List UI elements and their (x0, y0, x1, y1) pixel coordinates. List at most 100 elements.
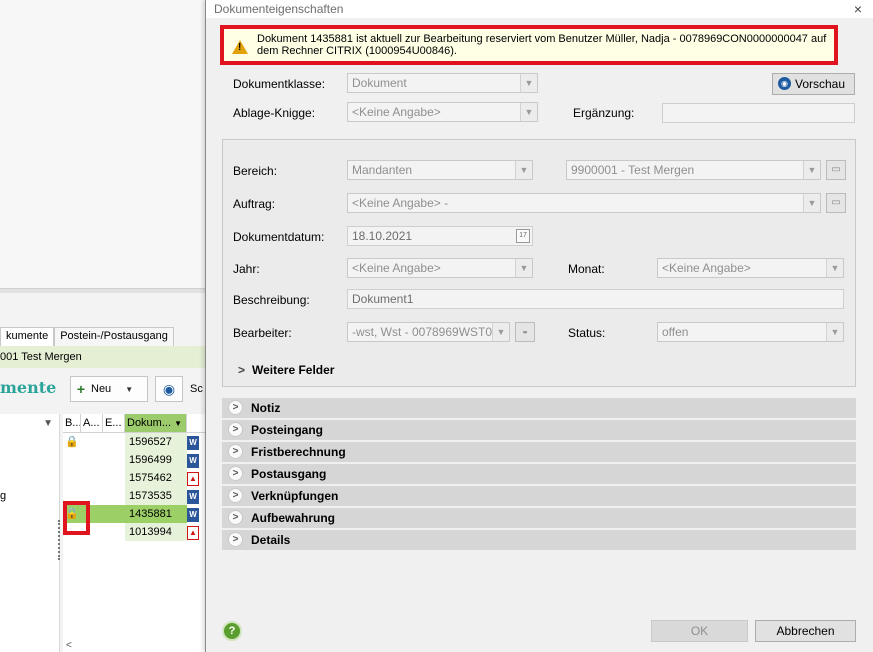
label-bearbeiter: Bearbeiter: (233, 326, 292, 340)
document-number: 1573535 (125, 487, 187, 505)
chevron-down-icon: ▼ (520, 103, 537, 121)
pdf-file-icon: ▲ (187, 526, 199, 540)
auftrag-select[interactable]: <Keine Angabe> - ▼ (347, 193, 821, 213)
column-header-dokument[interactable]: Dokum... ▼ (125, 414, 187, 432)
ergaenzung-field[interactable] (662, 103, 855, 123)
chevron-down-icon: ▼ (125, 384, 134, 394)
mandant-select[interactable]: 9900001 - Test Mergen ▼ (566, 160, 821, 180)
dokumentdatum-field[interactable]: 18.10.2021 17 (347, 226, 533, 246)
bereich-select[interactable]: Mandanten ▼ (347, 160, 533, 180)
column-header-a[interactable]: A... (81, 414, 103, 432)
tree-item[interactable]: g (0, 490, 6, 502)
chevron-down-icon: ▼ (515, 161, 532, 179)
chevron-down-icon: ▼ (826, 259, 843, 277)
new-button-label: Neu (91, 383, 112, 395)
chevron-down-icon: ▼ (803, 161, 820, 179)
document-number: 1596527 (125, 433, 187, 451)
section-verknuepfungen[interactable]: > Verknüpfungen (222, 486, 856, 506)
chevron-right-icon: > (228, 422, 243, 437)
ok-button[interactable]: OK (651, 620, 748, 642)
word-file-icon: W (187, 454, 199, 468)
auftrag-details-button[interactable]: ▭ (826, 193, 846, 213)
word-file-icon: W (187, 490, 199, 504)
word-file-icon: W (187, 436, 199, 450)
preview-button[interactable]: ◉ Vorschau (772, 73, 855, 95)
preview-icon: ◉ (778, 77, 791, 90)
table-row[interactable]: 1575462 ▲ (63, 469, 205, 487)
chevron-right-icon: > (238, 363, 246, 377)
cancel-button[interactable]: Abbrechen (755, 620, 856, 642)
monat-select[interactable]: <Keine Angabe> ▼ (657, 258, 844, 278)
lock-icon: 🔒 (65, 436, 79, 448)
pdf-file-icon: ▲ (187, 472, 199, 486)
left-tree-panel: ▼ g (0, 414, 60, 652)
table-row[interactable]: 1596499 W (63, 451, 205, 469)
reservation-warning: ! Dokument 1435881 ist aktuell zur Bearb… (220, 25, 838, 65)
label-dokumentdatum: Dokumentdatum: (233, 230, 325, 244)
chevron-down-icon: ▼ (803, 194, 820, 212)
column-header-b[interactable]: B... (63, 414, 81, 432)
document-number: 1013994 (125, 523, 187, 541)
background-tabs: kumente Postein-/Postausgang (0, 327, 174, 346)
grid-header: B... A... E... Dokum... ▼ (63, 414, 205, 433)
section-fristberechnung[interactable]: > Fristberechnung (222, 442, 856, 462)
weitere-felder-toggle[interactable]: > Weitere Felder (238, 363, 334, 377)
chevron-right-icon: > (228, 488, 243, 503)
ablage-knigge-select[interactable]: <Keine Angabe> ▼ (347, 102, 538, 122)
section-details[interactable]: > Details (222, 530, 856, 550)
status-select[interactable]: offen ▼ (657, 322, 844, 342)
card-icon: ▭ (831, 164, 841, 175)
lock-highlight-box (63, 501, 90, 535)
document-number: 1435881 (125, 505, 187, 523)
eye-icon: ◉ (162, 381, 176, 397)
card-icon: ▭ (831, 197, 841, 208)
jahr-select[interactable]: <Keine Angabe> ▼ (347, 258, 533, 278)
section-notiz[interactable]: > Notiz (222, 398, 856, 418)
view-button[interactable]: ◉ (155, 376, 183, 402)
column-header-e[interactable]: E... (103, 414, 125, 432)
dokumentklasse-select[interactable]: Dokument ▼ (347, 73, 538, 93)
column-header-type (187, 414, 205, 432)
document-number: 1596499 (125, 451, 187, 469)
help-icon[interactable]: ? (222, 621, 242, 641)
close-icon[interactable]: × (854, 0, 862, 18)
mandant-details-button[interactable]: ▭ (826, 160, 846, 180)
document-properties-dialog: Dokumenteigenschaften × ! Dokument 14358… (205, 0, 873, 652)
bearbeiter-select[interactable]: -wst, Wst - 0078969WST000 ▼ (347, 322, 510, 342)
chevron-down-icon: ▼ (492, 323, 509, 341)
section-title: mente (0, 378, 57, 397)
label-jahr: Jahr: (233, 262, 260, 276)
chevron-right-icon: > (228, 532, 243, 547)
chevron-down-icon: ▼ (515, 259, 532, 277)
chevron-down-icon: ▼ (520, 74, 537, 92)
new-button[interactable]: + Neu ▼ (70, 376, 148, 402)
beschreibung-field[interactable]: Dokument1 (347, 289, 844, 309)
chevron-right-icon: > (228, 510, 243, 525)
dialog-titlebar[interactable]: Dokumenteigenschaften × (206, 0, 873, 18)
section-aufbewahrung[interactable]: > Aufbewahrung (222, 508, 856, 528)
chevron-right-icon: > (228, 466, 243, 481)
pin-icon[interactable]: ▼ (43, 418, 53, 429)
table-row[interactable]: 🔒 1596527 W (63, 433, 205, 451)
scroll-left-icon[interactable]: < (66, 640, 72, 651)
user-hat-icon[interactable]: ◒ (515, 322, 535, 342)
tab-dokumente[interactable]: kumente (0, 327, 55, 346)
word-file-icon: W (187, 508, 199, 522)
label-bereich: Bereich: (233, 164, 278, 178)
section-posteingang[interactable]: > Posteingang (222, 420, 856, 440)
label-status: Status: (568, 326, 606, 340)
tab-posteingang-postausgang[interactable]: Postein-/Postausgang (54, 327, 174, 346)
chevron-down-icon: ▼ (826, 323, 843, 341)
label-ergaenzung: Ergänzung: (573, 106, 635, 120)
chevron-right-icon: > (228, 400, 243, 415)
resize-grip[interactable] (58, 520, 62, 560)
section-postausgang[interactable]: > Postausgang (222, 464, 856, 484)
calendar-icon[interactable]: 17 (516, 229, 530, 243)
dialog-title: Dokumenteigenschaften (214, 2, 344, 16)
document-number: 1575462 (125, 469, 187, 487)
partial-button-label[interactable]: Sc (190, 383, 203, 395)
warning-icon: ! (232, 40, 248, 54)
chevron-right-icon: > (228, 444, 243, 459)
label-auftrag: Auftrag: (233, 197, 276, 211)
label-dokumentklasse: Dokumentklasse: (233, 77, 326, 91)
